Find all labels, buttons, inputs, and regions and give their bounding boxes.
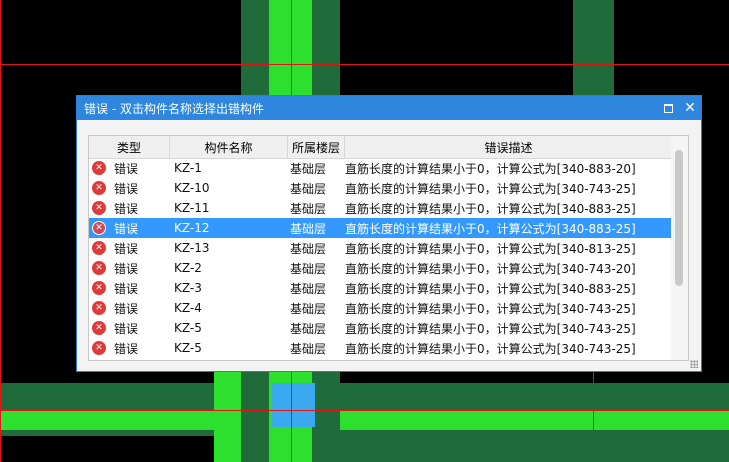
table-row[interactable]: ✕ 错误 KZ-13 基础层 直筋长度的计算结果小于0，计算公式为[340-813… <box>89 238 673 258</box>
cell-description: 直筋长度的计算结果小于0，计算公式为[340-883-25] <box>345 221 636 236</box>
vertical-scrollbar[interactable] <box>671 136 688 360</box>
table-row[interactable]: ✕ 错误 KZ-2 基础层 直筋长度的计算结果小于0，计算公式为[340-743-… <box>89 258 673 278</box>
cell-description: 直筋长度的计算结果小于0，计算公式为[340-883-20] <box>345 161 636 176</box>
close-icon: ✕ <box>684 100 696 116</box>
cell-description: 直筋长度的计算结果小于0，计算公式为[340-743-25] <box>345 181 636 196</box>
cell-floor: 基础层 <box>290 221 327 236</box>
cell-floor: 基础层 <box>290 181 327 196</box>
header-floor[interactable]: 所属楼层 <box>288 136 345 158</box>
black-gap <box>0 436 214 462</box>
error-icon: ✕ <box>92 341 106 355</box>
cell-floor: 基础层 <box>290 281 327 296</box>
header-description[interactable]: 错误描述 <box>345 136 673 158</box>
error-icon: ✕ <box>92 201 106 215</box>
cell-description: 直筋长度的计算结果小于0，计算公式为[340-743-25] <box>345 321 636 336</box>
cell-name: KZ-12 <box>174 221 210 235</box>
selected-column-highlight <box>272 383 315 427</box>
dialog-title: 错误 - 双击构件名称选择出错构件 <box>84 101 264 116</box>
cell-type: 错误 <box>114 161 139 176</box>
header-type[interactable]: 类型 <box>89 136 170 158</box>
table-row[interactable]: ✕ 错误 KZ-5 基础层 直筋长度的计算结果小于0，计算公式为[340-743-… <box>89 318 673 338</box>
table-row[interactable]: ✕ 错误 KZ-10 基础层 直筋长度的计算结果小于0，计算公式为[340-743… <box>89 178 673 198</box>
scrollbar-thumb[interactable] <box>675 150 683 286</box>
maximize-icon <box>663 103 673 113</box>
resize-grip-icon[interactable] <box>690 360 698 368</box>
error-table: 类型 构件名称 所属楼层 错误描述 ✕ 错误 KZ-1 基础层 直筋长度的计算结果… <box>88 135 689 361</box>
cell-type: 错误 <box>114 301 139 316</box>
axis-line-v3 <box>0 0 1 462</box>
cell-type: 错误 <box>114 181 139 196</box>
error-icon: ✕ <box>92 321 106 335</box>
error-icon: ✕ <box>92 261 106 275</box>
cell-floor: 基础层 <box>290 301 327 316</box>
cell-name: KZ-5 <box>174 321 202 335</box>
error-dialog: 错误 - 双击构件名称选择出错构件 ✕ 类型 构件名称 所属楼层 错误描述 ✕ 错… <box>76 95 702 372</box>
cell-floor: 基础层 <box>290 241 327 256</box>
cell-floor: 基础层 <box>290 341 327 356</box>
close-button[interactable]: ✕ <box>679 96 701 120</box>
header-name[interactable]: 构件名称 <box>170 136 288 158</box>
cell-description: 直筋长度的计算结果小于0，计算公式为[340-743-25] <box>345 341 636 356</box>
axis-line-h1 <box>0 64 729 65</box>
error-icon: ✕ <box>92 281 106 295</box>
error-icon: ✕ <box>92 161 106 175</box>
table-row[interactable]: ✕ 错误 KZ-1 基础层 直筋长度的计算结果小于0，计算公式为[340-883-… <box>89 158 673 178</box>
cell-name: KZ-11 <box>174 201 210 215</box>
cell-description: 直筋长度的计算结果小于0，计算公式为[340-743-25] <box>345 301 636 316</box>
cell-description: 直筋长度的计算结果小于0，计算公式为[340-813-25] <box>345 241 636 256</box>
cell-type: 错误 <box>114 281 139 296</box>
maximize-button[interactable] <box>657 96 679 120</box>
cell-type: 错误 <box>114 241 139 256</box>
beam-bottom-bright <box>0 410 729 430</box>
table-row[interactable]: ✕ 错误 KZ-11 基础层 直筋长度的计算结果小于0，计算公式为[340-883… <box>89 198 673 218</box>
cell-description: 直筋长度的计算结果小于0，计算公式为[340-883-25] <box>345 201 636 216</box>
cell-floor: 基础层 <box>290 321 327 336</box>
cell-type: 错误 <box>114 321 139 336</box>
cell-name: KZ-5 <box>174 341 202 355</box>
cell-name: KZ-2 <box>174 261 202 275</box>
cell-type: 错误 <box>114 261 139 276</box>
cell-floor: 基础层 <box>290 161 327 176</box>
cell-floor: 基础层 <box>290 201 327 216</box>
table-header: 类型 构件名称 所属楼层 错误描述 <box>89 136 673 159</box>
table-row[interactable]: ✕ 错误 KZ-5 基础层 直筋长度的计算结果小于0，计算公式为[340-743-… <box>89 338 673 358</box>
axis-line-h2 <box>0 410 729 411</box>
cell-description: 直筋长度的计算结果小于0，计算公式为[340-883-25] <box>345 281 636 296</box>
cell-name: KZ-3 <box>174 281 202 295</box>
table-row[interactable]: ✕ 错误 KZ-4 基础层 直筋长度的计算结果小于0，计算公式为[340-743-… <box>89 298 673 318</box>
cell-description: 直筋长度的计算结果小于0，计算公式为[340-743-20] <box>345 261 636 276</box>
table-row-selected[interactable]: ✕ 错误 KZ-12 基础层 直筋长度的计算结果小于0，计算公式为[340-883… <box>89 218 673 238</box>
cell-name: KZ-4 <box>174 301 202 315</box>
cell-type: 错误 <box>114 201 139 216</box>
cell-type: 错误 <box>114 341 139 356</box>
cell-type: 错误 <box>114 221 139 236</box>
cell-floor: 基础层 <box>290 261 327 276</box>
table-row[interactable]: ✕ 错误 KZ-3 基础层 直筋长度的计算结果小于0，计算公式为[340-883-… <box>89 278 673 298</box>
error-icon: ✕ <box>92 181 106 195</box>
table-body: ✕ 错误 KZ-1 基础层 直筋长度的计算结果小于0，计算公式为[340-883-… <box>89 158 673 358</box>
dialog-titlebar[interactable]: 错误 - 双击构件名称选择出错构件 ✕ <box>77 96 701 120</box>
cell-name: KZ-13 <box>174 241 210 255</box>
error-icon: ✕ <box>92 221 106 235</box>
cell-name: KZ-10 <box>174 181 210 195</box>
error-icon: ✕ <box>92 241 106 255</box>
error-icon: ✕ <box>92 301 106 315</box>
cell-name: KZ-1 <box>174 161 202 175</box>
